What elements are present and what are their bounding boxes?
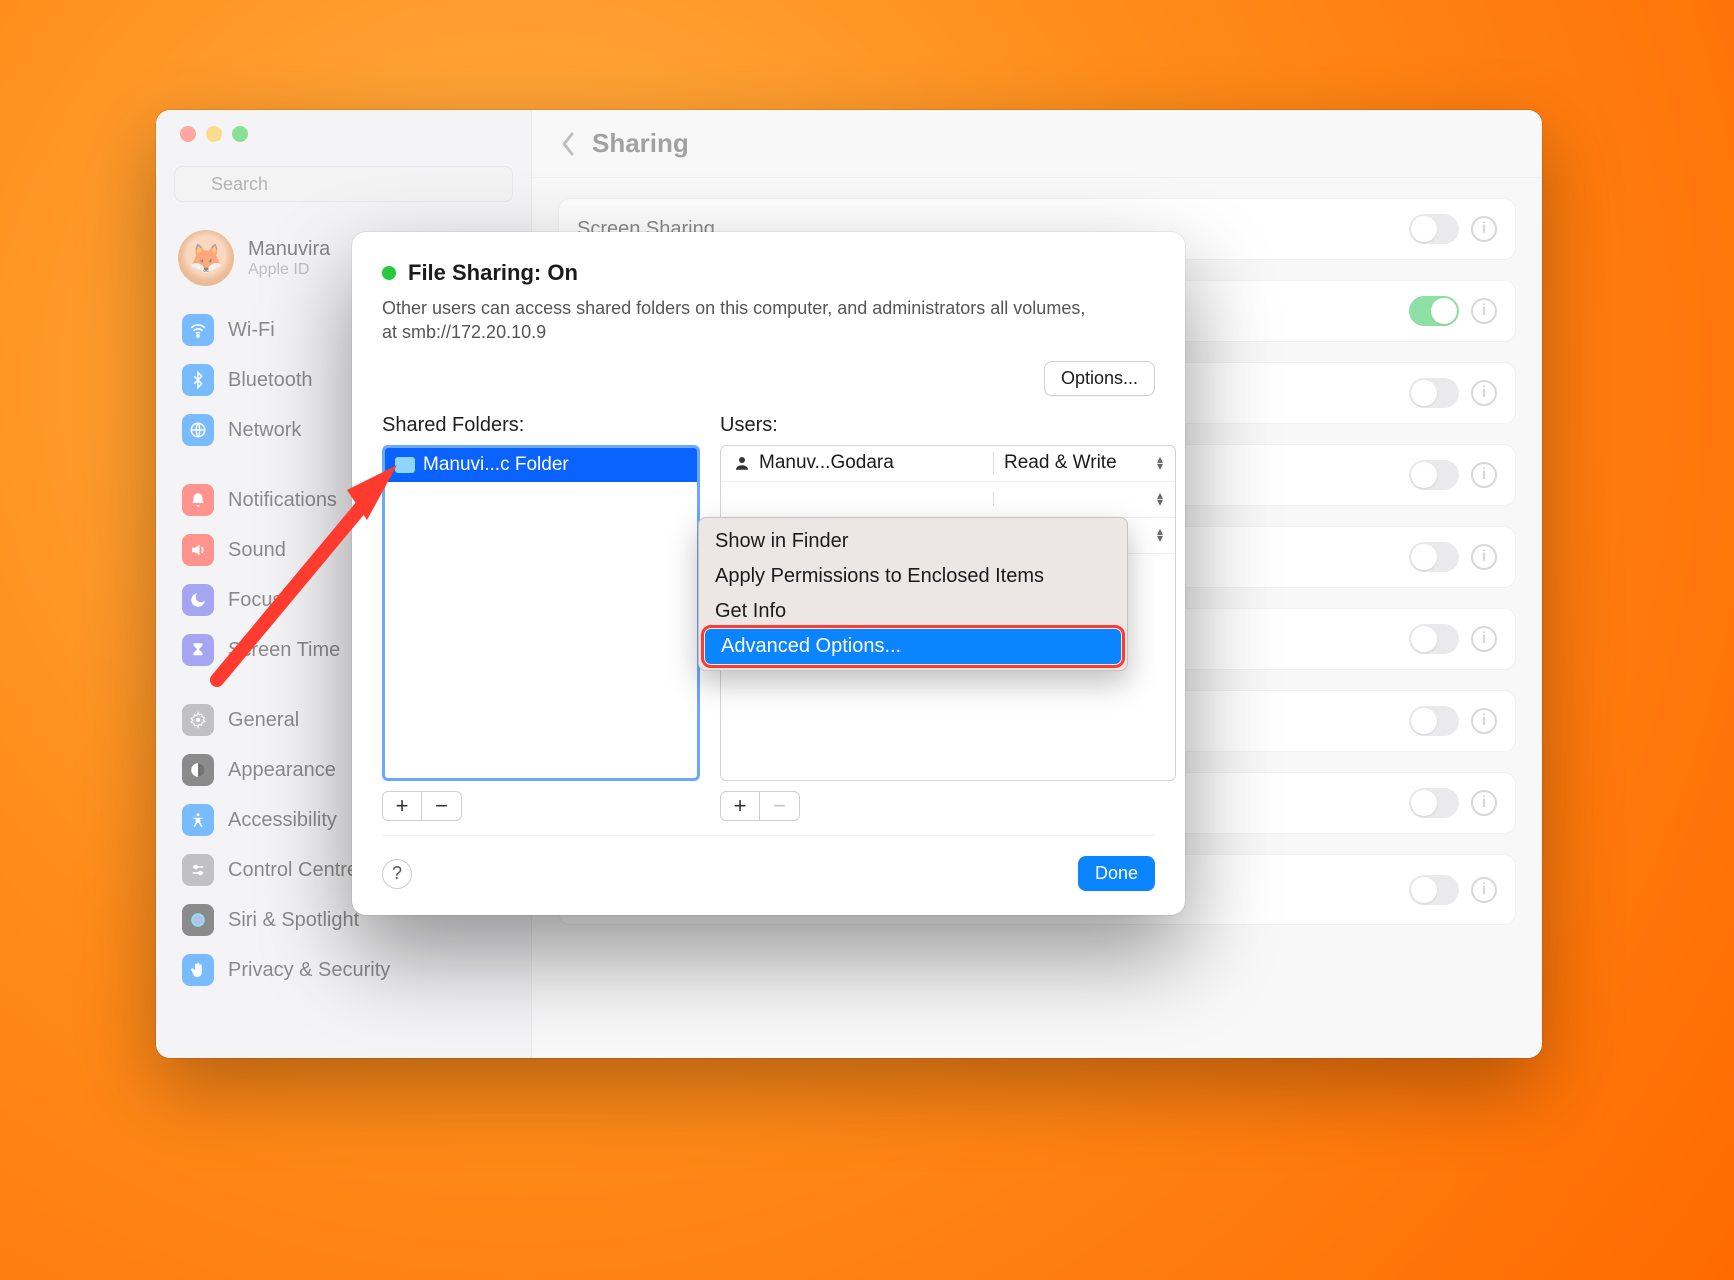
sidebar-item-label: Accessibility — [228, 809, 337, 832]
info-icon[interactable]: i — [1471, 462, 1497, 488]
wifi-icon — [182, 314, 214, 346]
folder-icon — [395, 457, 415, 473]
info-icon[interactable]: i — [1471, 298, 1497, 324]
shared-folder-item[interactable]: Manuvi...c Folder — [385, 448, 697, 482]
accessibility-icon — [182, 804, 214, 836]
window-controls — [156, 110, 531, 158]
info-icon[interactable]: i — [1471, 380, 1497, 406]
speaker-icon — [182, 534, 214, 566]
add-folder-button[interactable]: + — [382, 791, 422, 821]
appearance-icon — [182, 754, 214, 786]
toggle[interactable] — [1409, 214, 1459, 244]
chevron-updown-icon: ▴▾ — [1157, 456, 1163, 470]
globe-icon — [182, 414, 214, 446]
bell-icon — [182, 484, 214, 516]
toggle[interactable] — [1409, 706, 1459, 736]
search-input[interactable] — [174, 166, 513, 202]
close-window-button[interactable] — [180, 126, 196, 142]
sidebar-item-label: Siri & Spotlight — [228, 909, 359, 932]
sheet-description: Other users can access shared folders on… — [382, 296, 1102, 345]
toggle[interactable] — [1409, 788, 1459, 818]
info-icon[interactable]: i — [1471, 626, 1497, 652]
help-button[interactable]: ? — [382, 859, 412, 889]
sidebar-item-label: Sound — [228, 539, 286, 562]
siri-icon — [182, 904, 214, 936]
add-user-button[interactable]: + — [720, 791, 760, 821]
permission-selector[interactable]: ▴▾ — [993, 492, 1163, 506]
info-icon[interactable]: i — [1471, 790, 1497, 816]
toggle[interactable] — [1409, 460, 1459, 490]
sidebar-item-label: Notifications — [228, 489, 337, 512]
toggle[interactable] — [1409, 875, 1459, 905]
chevron-updown-icon: ▴▾ — [1157, 528, 1163, 542]
shared-folders-list[interactable]: Manuvi...c Folder — [382, 445, 700, 781]
sidebar-item-label: Network — [228, 419, 301, 442]
users-label: Users: — [720, 414, 1176, 437]
info-icon[interactable]: i — [1471, 708, 1497, 734]
toggle[interactable] — [1409, 296, 1459, 326]
back-button[interactable] — [560, 131, 576, 157]
content-header: Sharing — [532, 110, 1542, 178]
minimize-window-button[interactable] — [206, 126, 222, 142]
person-icon — [733, 454, 751, 472]
remove-user-button: − — [760, 791, 800, 821]
sidebar-item-label: Bluetooth — [228, 369, 313, 392]
menu-item-show-in-finder[interactable]: Show in Finder — [699, 524, 1127, 559]
page-title: Sharing — [592, 128, 689, 159]
sheet-title: File Sharing: On — [408, 260, 578, 286]
sidebar-item-label: General — [228, 709, 299, 732]
user-row[interactable]: ▴▾ — [721, 482, 1175, 518]
sidebar-item-privacy-security[interactable]: Privacy & Security — [172, 946, 515, 994]
gear-icon — [182, 704, 214, 736]
sidebar-item-label: Control Centre — [228, 859, 358, 882]
account-name: Manuvira — [248, 238, 330, 261]
info-icon[interactable]: i — [1471, 544, 1497, 570]
info-icon[interactable]: i — [1471, 216, 1497, 242]
zoom-window-button[interactable] — [232, 126, 248, 142]
menu-item-advanced-options[interactable]: Advanced Options... — [705, 629, 1121, 664]
menu-item-get-info[interactable]: Get Info — [699, 594, 1127, 629]
hand-icon — [182, 954, 214, 986]
avatar: 🦊 — [178, 230, 234, 286]
folder-name: Manuvi...c Folder — [423, 454, 569, 476]
remove-folder-button[interactable]: − — [422, 791, 462, 821]
bluetooth-icon — [182, 364, 214, 396]
shared-folders-label: Shared Folders: — [382, 414, 700, 437]
toggle[interactable] — [1409, 378, 1459, 408]
hourglass-icon — [182, 634, 214, 666]
control-icon — [182, 854, 214, 886]
sidebar-item-label: Focus — [228, 589, 282, 612]
search-wrap — [156, 158, 531, 216]
menu-item-apply-permissions-to-enclosed-items[interactable]: Apply Permissions to Enclosed Items — [699, 559, 1127, 594]
toggle[interactable] — [1409, 542, 1459, 572]
permission-selector[interactable]: Read & Write ▴▾ — [993, 452, 1163, 474]
sidebar-item-label: Appearance — [228, 759, 336, 782]
moon-icon — [182, 584, 214, 616]
chevron-updown-icon: ▴▾ — [1157, 492, 1163, 506]
status-dot-icon — [382, 266, 396, 280]
context-menu: Show in FinderApply Permissions to Enclo… — [698, 517, 1128, 671]
user-row[interactable]: Manuv...Godara Read & Write ▴▾ — [721, 446, 1175, 482]
permission-value: Read & Write — [1004, 452, 1117, 474]
toggle[interactable] — [1409, 624, 1459, 654]
sidebar-item-label: Screen Time — [228, 639, 340, 662]
user-name: Manuv...Godara — [759, 452, 894, 474]
info-icon[interactable]: i — [1471, 877, 1497, 903]
sidebar-item-label: Privacy & Security — [228, 959, 390, 982]
account-sub: Apple ID — [248, 261, 330, 279]
options-button[interactable]: Options... — [1044, 361, 1155, 396]
done-button[interactable]: Done — [1078, 856, 1155, 891]
sidebar-item-label: Wi-Fi — [228, 319, 275, 342]
